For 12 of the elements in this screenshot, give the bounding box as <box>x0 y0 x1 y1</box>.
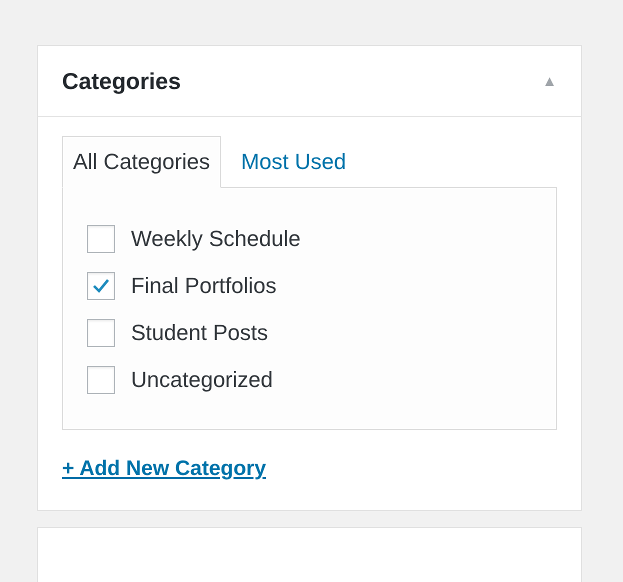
checkbox[interactable] <box>87 224 115 252</box>
category-label[interactable]: Weekly Schedule <box>131 226 301 252</box>
panel-title: Categories <box>62 68 181 94</box>
checkbox[interactable] <box>87 272 115 300</box>
category-tab[interactable]: Most Used <box>220 137 356 187</box>
checkbox[interactable] <box>87 318 115 346</box>
category-label[interactable]: Student Posts <box>131 320 268 346</box>
category-label[interactable]: Uncategorized <box>131 366 273 392</box>
checkbox[interactable] <box>87 366 115 394</box>
category-label[interactable]: Final Portfolios <box>131 272 277 298</box>
category-tab[interactable]: All Categories <box>62 136 221 188</box>
add-category-link[interactable]: + Add New Category <box>62 457 266 481</box>
